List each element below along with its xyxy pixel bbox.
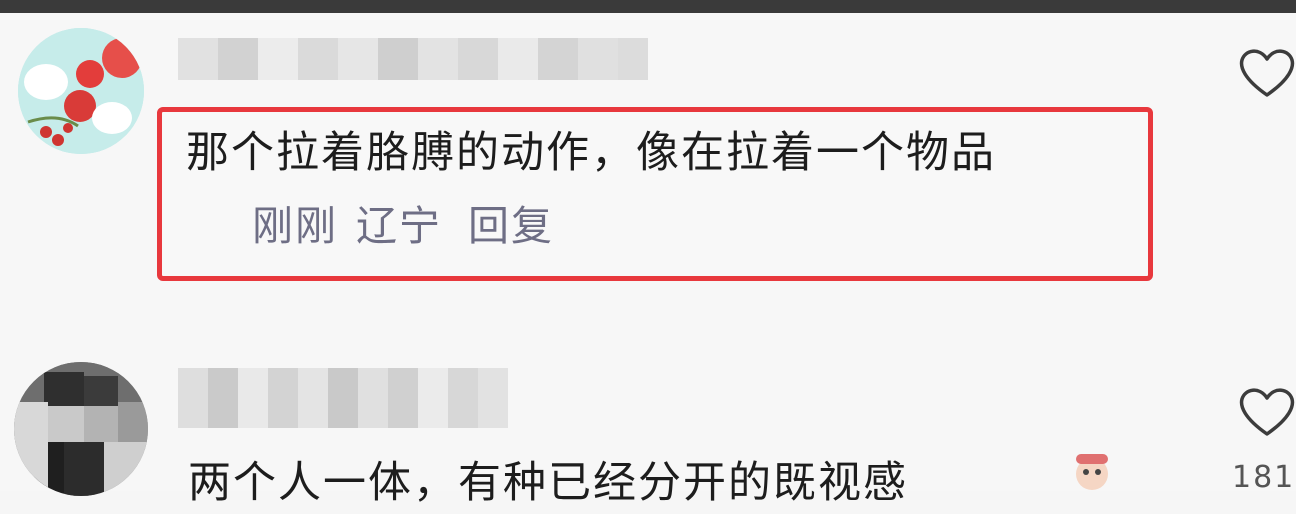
- avatar-image: [14, 362, 148, 496]
- heart-outline-icon[interactable]: [1238, 386, 1296, 438]
- comment-time: 刚刚: [252, 202, 338, 250]
- avatar-image: [18, 28, 144, 154]
- comment-text: 两个人一体，有种已经分开的既视感: [188, 458, 908, 508]
- like-count: 181: [1232, 460, 1296, 495]
- username-blurred[interactable]: [178, 38, 648, 80]
- comment-location: 辽宁: [356, 202, 442, 250]
- username-blurred[interactable]: [178, 368, 508, 428]
- reply-button[interactable]: 回复: [468, 195, 554, 257]
- heart-outline-icon[interactable]: [1238, 47, 1296, 99]
- emoji-icon: [1068, 452, 1116, 492]
- avatar[interactable]: [18, 28, 144, 154]
- comment-text: 那个拉着胳膊的动作，像在拉着一个物品: [186, 128, 996, 178]
- avatar[interactable]: [14, 362, 148, 496]
- top-bar: [0, 0, 1296, 13]
